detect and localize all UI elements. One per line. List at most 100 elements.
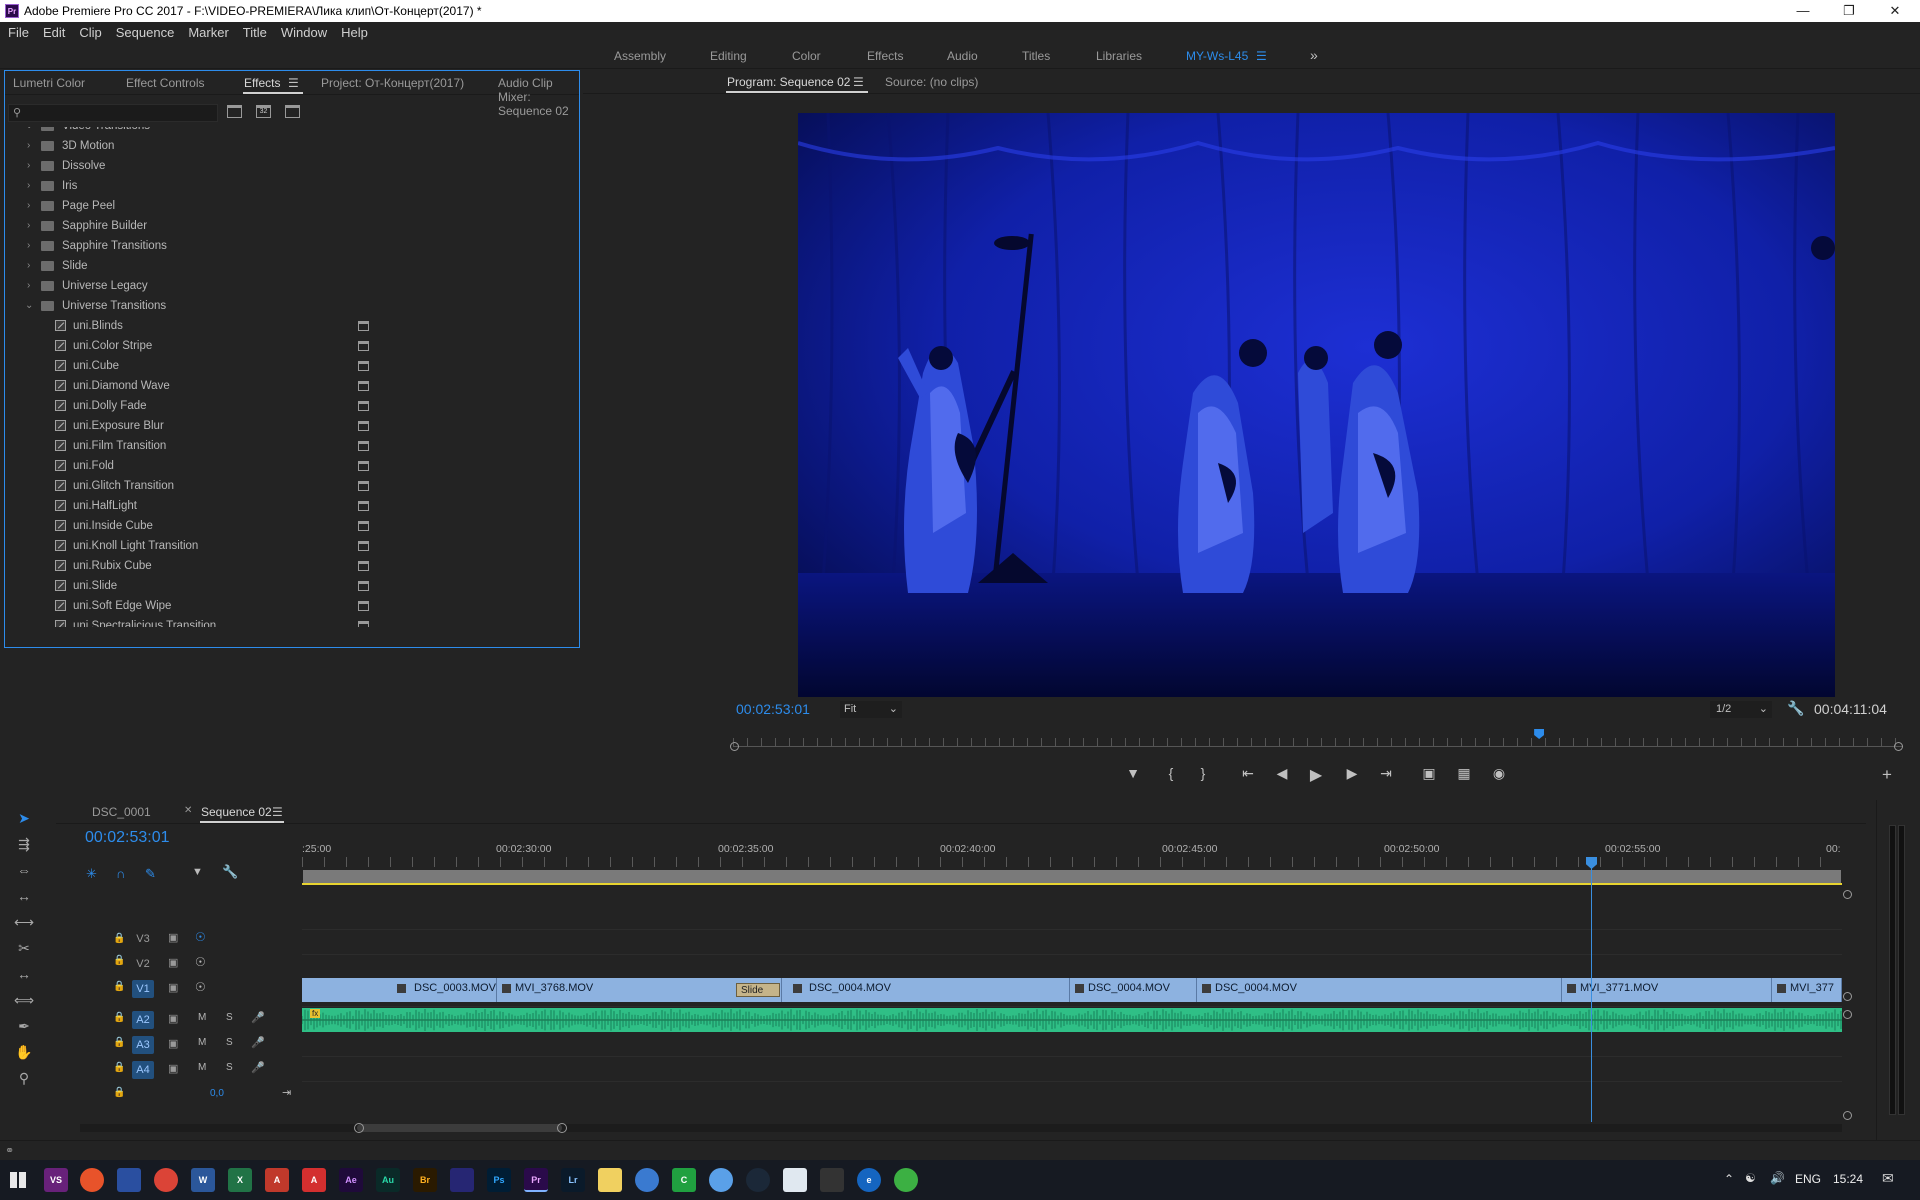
workspace-menu-icon[interactable]: ☰ bbox=[1256, 49, 1267, 63]
track-a4-label[interactable]: A4 bbox=[132, 1061, 154, 1079]
overflow-chevron-icon[interactable]: » bbox=[1310, 47, 1318, 63]
ripple-edit-tool-icon[interactable]: ⇔ bbox=[14, 862, 34, 882]
go-to-in-icon[interactable]: ⇤ bbox=[1237, 765, 1259, 782]
solo-button[interactable]: S bbox=[226, 1012, 233, 1023]
effects-folder[interactable]: › Sapphire Builder bbox=[7, 217, 569, 237]
slip-tool-icon[interactable]: ↔ bbox=[14, 966, 34, 986]
lightroom-icon[interactable]: Lr bbox=[561, 1168, 585, 1192]
menu-edit[interactable]: Edit bbox=[35, 22, 71, 40]
track-v3-lock-icon[interactable]: 🔒 bbox=[113, 930, 125, 944]
effect-item[interactable]: uni.HalfLight bbox=[7, 497, 569, 517]
panel-menu-icon[interactable]: ☰ bbox=[288, 76, 299, 90]
tab-sequence-02[interactable]: Sequence 02 bbox=[201, 805, 272, 819]
sync-lock-icon[interactable]: ▣ bbox=[168, 1012, 178, 1025]
close-icon[interactable]: ✕ bbox=[1872, 0, 1918, 22]
zoom-handle-left[interactable] bbox=[730, 742, 739, 751]
sync-lock-icon[interactable]: ▣ bbox=[168, 981, 178, 994]
effect-item[interactable]: uni.Film Transition bbox=[7, 437, 569, 457]
tab-audio-clip-mixer[interactable]: Audio Clip Mixer: Sequence 02 bbox=[498, 76, 579, 118]
timeline-playhead[interactable] bbox=[1591, 857, 1592, 1122]
zoom-handle-right[interactable] bbox=[1894, 742, 1903, 751]
tab-effects[interactable]: Effects bbox=[244, 76, 280, 90]
step-back-icon[interactable]: ◀​ bbox=[1271, 765, 1293, 782]
acrobat-icon[interactable]: A bbox=[302, 1168, 326, 1192]
track-a4-lock-icon[interactable]: 🔒 bbox=[113, 1062, 125, 1073]
a2-audio-clip[interactable]: fx bbox=[302, 1008, 1842, 1032]
camtasia-icon[interactable]: C bbox=[672, 1168, 696, 1192]
effects-folder[interactable]: › Iris bbox=[7, 177, 569, 197]
winrar-icon[interactable]: A bbox=[265, 1168, 289, 1192]
eye-icon[interactable]: ☉ bbox=[195, 980, 206, 994]
microphone-icon[interactable]: 🎤 bbox=[251, 1011, 265, 1024]
wrench-icon[interactable]: 🔧 bbox=[222, 864, 238, 880]
volume-icon[interactable]: 🔊 bbox=[1770, 1171, 1785, 1185]
panel-menu-icon[interactable]: ☰ bbox=[272, 805, 283, 819]
menu-file[interactable]: File bbox=[0, 22, 35, 40]
v1-clip[interactable]: DSC_0004.MOV bbox=[782, 978, 1070, 1002]
tab-lumetri-color[interactable]: Lumetri Color bbox=[13, 76, 85, 90]
mute-button[interactable]: M bbox=[198, 1037, 206, 1048]
zoom-tool-icon[interactable]: ⚲ bbox=[14, 1070, 34, 1090]
sync-lock-icon[interactable]: ▣ bbox=[168, 956, 178, 969]
steam-icon[interactable] bbox=[746, 1168, 770, 1192]
menu-marker[interactable]: Marker bbox=[180, 22, 234, 40]
workspace-effects[interactable]: Effects bbox=[867, 49, 903, 63]
effect-item[interactable]: uni.Blinds bbox=[7, 317, 569, 337]
track-v3-label[interactable]: V3 bbox=[132, 930, 154, 948]
bridge-icon[interactable]: Br bbox=[413, 1168, 437, 1192]
accelerated-effects-icon[interactable] bbox=[227, 105, 242, 118]
sync-lock-icon[interactable]: ▣ bbox=[168, 1037, 178, 1050]
master-lock-icon[interactable]: 🔒 bbox=[113, 1087, 125, 1098]
workspace-assembly[interactable]: Assembly bbox=[614, 49, 666, 63]
v1-clip[interactable]: MVI_3771.MOV bbox=[1562, 978, 1772, 1002]
effect-item[interactable]: uni.Exposure Blur bbox=[7, 417, 569, 437]
effect-item[interactable]: uni.Spectralicious Transition bbox=[7, 617, 569, 627]
menu-title[interactable]: Title bbox=[235, 22, 273, 40]
panel-menu-icon[interactable]: ☰ bbox=[853, 75, 864, 89]
minimize-icon[interactable]: — bbox=[1780, 0, 1826, 22]
solo-button[interactable]: S bbox=[226, 1037, 233, 1048]
zoom-handle[interactable] bbox=[1843, 1111, 1852, 1120]
timeline-hscroll-thumb[interactable] bbox=[357, 1124, 562, 1132]
photoshop-icon[interactable]: Ps bbox=[487, 1168, 511, 1192]
effect-item[interactable]: uni.Glitch Transition bbox=[7, 477, 569, 497]
wrench-icon[interactable]: 🔧 bbox=[1787, 700, 1804, 717]
menu-help[interactable]: Help bbox=[333, 22, 374, 40]
sync-lock-icon[interactable]: ▣ bbox=[168, 1062, 178, 1075]
effects-folder[interactable]: › Page Peel bbox=[7, 197, 569, 217]
notifications-icon[interactable]: ✉ bbox=[1882, 1170, 1894, 1187]
yuv-effects-icon[interactable] bbox=[285, 105, 300, 118]
effect-item[interactable]: uni.Cube bbox=[7, 357, 569, 377]
media-encoder-icon[interactable] bbox=[450, 1168, 474, 1192]
menu-clip[interactable]: Clip bbox=[71, 22, 107, 40]
razor-tool-icon[interactable]: ✂ bbox=[14, 940, 34, 960]
timeline-hscroll[interactable] bbox=[80, 1124, 1842, 1132]
slide-transition[interactable]: Slide bbox=[736, 983, 780, 997]
track-v2-lock-icon[interactable]: 🔒 bbox=[113, 955, 125, 966]
network-icon[interactable]: ☯ bbox=[1745, 1171, 1756, 1185]
tray-chevron-icon[interactable]: ⌃ bbox=[1724, 1172, 1734, 1186]
v1-clip[interactable]: DSC_0004.MOV bbox=[1070, 978, 1197, 1002]
notepad-icon[interactable] bbox=[598, 1168, 622, 1192]
linked-selection-icon[interactable]: ✎ bbox=[145, 866, 156, 882]
tab-program-sequence[interactable]: Program: Sequence 02 bbox=[727, 75, 850, 89]
effect-item[interactable]: uni.Rubix Cube bbox=[7, 557, 569, 577]
work-area-bar[interactable] bbox=[303, 870, 1841, 883]
globe-icon[interactable] bbox=[635, 1168, 659, 1192]
v1-clip[interactable]: DSC_0004.MOV bbox=[1197, 978, 1562, 1002]
effects-folder[interactable]: › 3D Motion bbox=[7, 137, 569, 157]
effects-folder[interactable]: › Slide bbox=[7, 257, 569, 277]
effect-item[interactable]: uni.Diamond Wave bbox=[7, 377, 569, 397]
button-editor-plus-icon[interactable]: + bbox=[1876, 765, 1898, 785]
go-to-end-icon[interactable]: ⇥ bbox=[282, 1086, 291, 1099]
effect-item[interactable]: uni.Inside Cube bbox=[7, 517, 569, 537]
excel-icon[interactable]: X bbox=[228, 1168, 252, 1192]
tab-source[interactable]: Source: (no clips) bbox=[885, 75, 978, 89]
nest-toggle-icon[interactable]: ✳ bbox=[86, 866, 97, 882]
word-icon[interactable]: W bbox=[191, 1168, 215, 1192]
extract-icon[interactable]: ▦ bbox=[1453, 765, 1475, 782]
folder-video-transitions[interactable]: ⌄ Video Transitions bbox=[7, 127, 569, 137]
program-mini-ruler[interactable] bbox=[733, 746, 1903, 747]
close-tab-icon[interactable]: ✕ bbox=[184, 805, 192, 816]
sync-lock-icon[interactable]: ▣ bbox=[168, 931, 178, 944]
